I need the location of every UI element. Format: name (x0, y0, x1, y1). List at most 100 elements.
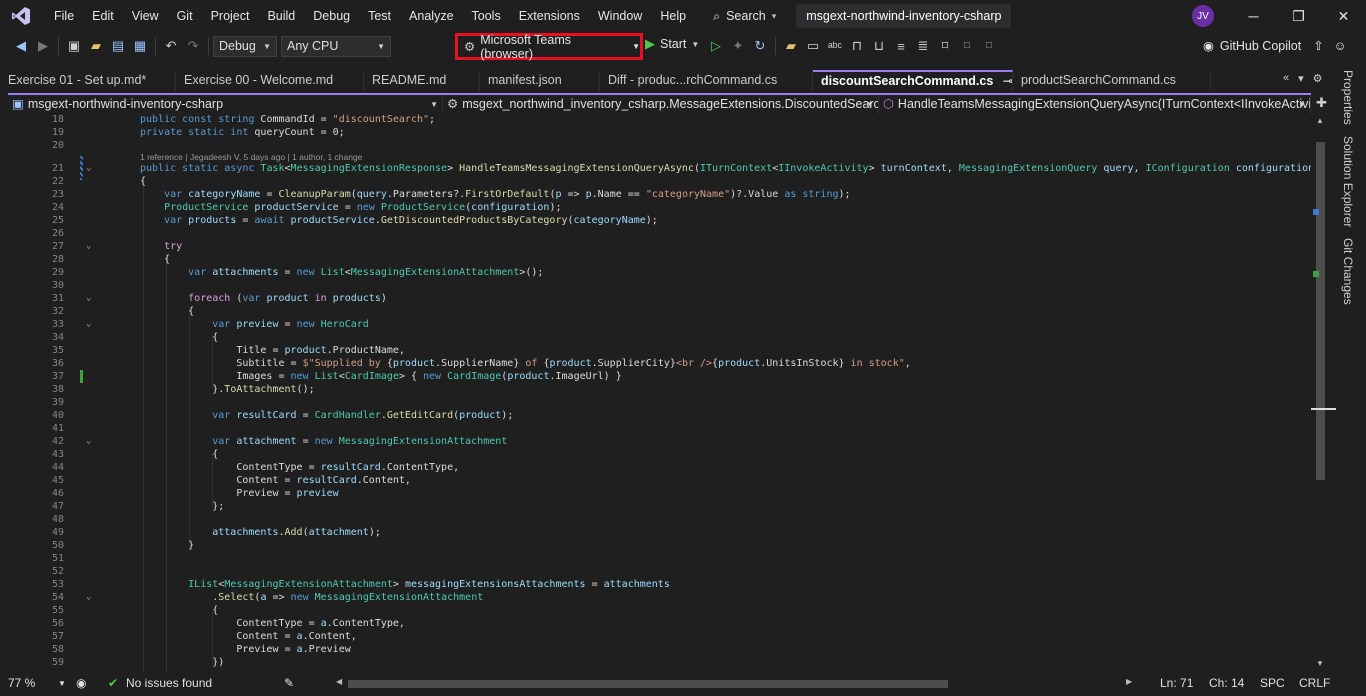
platform-dropdown[interactable]: Any CPU ▼ (281, 35, 391, 57)
menu-item[interactable]: Git (168, 0, 202, 32)
issues-status[interactable]: No issues found (126, 676, 212, 690)
navigate-back-icon[interactable]: ◀ (10, 35, 32, 57)
document-tab[interactable]: manifest.json (480, 70, 600, 91)
search-box[interactable]: ⌕ Search ▾ (705, 9, 784, 24)
save-all-icon[interactable]: ▦ (129, 35, 151, 57)
menu-item[interactable]: Edit (83, 0, 123, 32)
document-tab[interactable]: discountSearchCommand.cs ⊸ ✕ (813, 70, 1013, 91)
scrollbar-thumb[interactable] (348, 680, 948, 688)
share-icon[interactable]: ⇧ (1313, 38, 1323, 53)
layout-icon[interactable]: ▭ (802, 35, 824, 57)
fold-chevron-icon[interactable]: ⌄ (86, 436, 91, 446)
line-number[interactable]: Ln: 71 (1160, 676, 1193, 690)
hot-reload-icon[interactable]: ↻ (749, 35, 771, 57)
fold-chevron-icon[interactable]: ⌄ (86, 163, 91, 173)
properties-tab[interactable]: Properties (1341, 70, 1355, 125)
solution-explorer-tab[interactable]: Solution Explorer (1341, 136, 1355, 227)
menu-item[interactable]: Debug (304, 0, 359, 32)
menu-item[interactable]: Tools (463, 0, 510, 32)
attach-icon[interactable]: ✦ (727, 35, 749, 57)
codelens[interactable]: 1 reference | Jegadeesh V, 5 days ago | … (140, 152, 362, 162)
new-project-icon[interactable]: ▣ (63, 35, 85, 57)
zoom-level[interactable]: 77 % (8, 676, 35, 690)
launch-target-dropdown[interactable]: ⚙ Microsoft Teams (browser) ▼ (455, 33, 643, 61)
menu-item[interactable]: Help (651, 0, 695, 32)
type-dropdown[interactable]: ⚙ msgext_northwind_inventory_csharp.Mess… (443, 95, 879, 114)
fold-chevron-icon[interactable]: ⌄ (86, 319, 91, 329)
scroll-right-icon[interactable]: ▶ (1126, 677, 1132, 686)
menu-item[interactable]: Test (359, 0, 400, 32)
tab-label: README.md (372, 73, 447, 87)
menu-item[interactable]: File (45, 0, 83, 32)
redo-icon[interactable]: ↷ (182, 35, 204, 57)
document-tab[interactable]: README.md (364, 70, 480, 91)
column-number[interactable]: Ch: 14 (1209, 676, 1244, 690)
chevron-down-icon[interactable]: ▾ (1298, 72, 1304, 85)
prev-bookmark-icon[interactable]: ⌑ (956, 35, 978, 57)
chevron-down-icon: ▼ (377, 41, 385, 51)
code-text: }) (140, 657, 224, 668)
whitespace-mode[interactable]: SPC (1260, 676, 1285, 690)
horizontal-scrollbar[interactable]: ◀ ▶ (336, 677, 1132, 689)
scroll-down-icon[interactable]: ▼ (1316, 659, 1324, 668)
scroll-left-icon[interactable]: ◀ (336, 677, 342, 686)
project-dropdown[interactable]: ▣ msgext-northwind-inventory-csharp ▼ (8, 95, 443, 114)
code-token: var (242, 293, 267, 304)
start-without-debugging-icon[interactable]: ▷ (705, 35, 727, 57)
maximize-button[interactable]: ❐ (1276, 0, 1321, 32)
git-changes-tab[interactable]: Git Changes (1341, 238, 1355, 305)
scroll-up-icon[interactable]: ▲ (1316, 116, 1324, 125)
start-debugging-button[interactable]: ▶ Start ▼ (645, 36, 699, 52)
line-number: 53 (51, 579, 64, 590)
code-token: categoryName (188, 189, 261, 200)
menu-item[interactable]: Project (202, 0, 259, 32)
code-token: product (549, 358, 592, 369)
next-bookmark-icon[interactable]: ⌑ (978, 35, 1000, 57)
line-number: 42 (51, 436, 64, 447)
line-ending[interactable]: CRLF (1299, 676, 1330, 690)
chevron-left-icon[interactable]: « (1283, 72, 1289, 85)
copilot-status-icon[interactable]: ◉ (76, 676, 86, 690)
comment-icon[interactable]: ⊓ (846, 35, 868, 57)
member-dropdown[interactable]: ⬡ HandleTeamsMessagingExtensionQueryAsyn… (879, 95, 1311, 114)
scrollbar-thumb[interactable] (1316, 142, 1325, 480)
indent-icon[interactable]: ≡ (890, 35, 912, 57)
spell-check-icon[interactable]: ᵃᵇᶜ (824, 35, 846, 57)
undo-icon[interactable]: ↶ (160, 35, 182, 57)
minimize-button[interactable]: ─ (1231, 0, 1276, 32)
tab-close-icon[interactable]: ⊸ ✕ (999, 74, 1012, 88)
close-button[interactable]: ✕ (1321, 0, 1366, 32)
menu-item[interactable]: Window (589, 0, 651, 32)
fold-chevron-icon[interactable]: ⌄ (86, 293, 91, 303)
fold-chevron-icon[interactable]: ⌄ (86, 592, 91, 602)
menu-item[interactable]: Extensions (510, 0, 589, 32)
document-tab[interactable]: Exercise 01 - Set up.md* (0, 70, 176, 91)
avatar[interactable]: JV (1192, 5, 1214, 27)
vertical-scrollbar[interactable]: ▲ ▼ (1311, 114, 1337, 672)
uncomment-icon[interactable]: ⊔ (868, 35, 890, 57)
document-tab[interactable]: Diff - produc...rchCommand.cs (600, 70, 813, 91)
configuration-dropdown[interactable]: Debug ▼ (213, 35, 277, 57)
outdent-icon[interactable]: ≣ (912, 35, 934, 57)
menu-item[interactable]: Build (258, 0, 304, 32)
search-label: Search (726, 9, 766, 23)
open-folder-icon[interactable]: ▰ (85, 35, 107, 57)
chevron-down-icon[interactable]: ▼ (58, 679, 66, 688)
gear-icon[interactable]: ⚙ (1313, 72, 1323, 85)
fold-chevron-icon[interactable]: ⌄ (86, 241, 91, 251)
code-line: 33 ⌄ var preview = new HeroCard (8, 319, 1311, 332)
code-token: new (296, 319, 321, 330)
code-cleanup-icon[interactable]: ✎ (284, 676, 294, 690)
navigate-forward-icon[interactable]: ▶ (32, 35, 54, 57)
bookmark-icon[interactable]: ⌑ (934, 35, 956, 57)
save-icon[interactable]: ▤ (107, 35, 129, 57)
menu-item[interactable]: Analyze (400, 0, 462, 32)
browse-folder-icon[interactable]: ▰ (780, 35, 802, 57)
menu-item[interactable]: View (123, 0, 168, 32)
split-editor-icon[interactable]: ✚ (1316, 95, 1327, 111)
code-editor[interactable]: 18 public const string CommandId = "disco… (8, 114, 1311, 672)
document-tab[interactable]: Exercise 00 - Welcome.md (176, 70, 364, 91)
github-copilot-button[interactable]: ◉ GitHub Copilot ⇧ ☺ (1203, 38, 1347, 54)
feedback-icon[interactable]: ☺ (1334, 39, 1347, 53)
document-tab[interactable]: productSearchCommand.cs (1013, 70, 1211, 91)
